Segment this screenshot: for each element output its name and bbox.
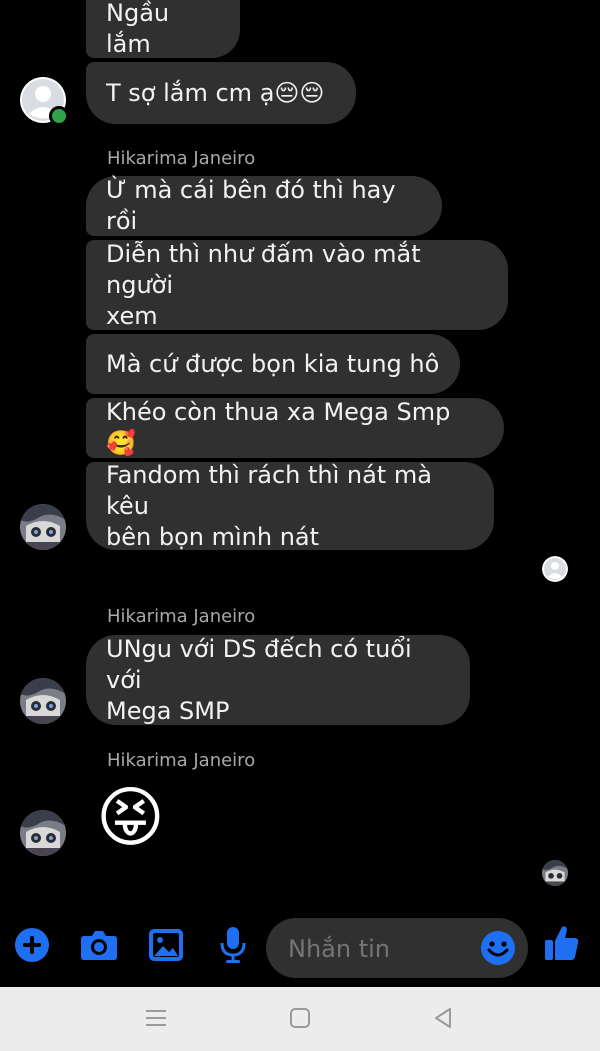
contact-avatar[interactable] bbox=[19, 76, 69, 126]
back-button[interactable] bbox=[428, 1003, 458, 1033]
message-bubble[interactable]: T sợ lắm cm ạ😔😔 bbox=[86, 62, 356, 124]
message-composer[interactable] bbox=[266, 918, 528, 980]
default-avatar-icon bbox=[542, 556, 568, 582]
emoji-button[interactable] bbox=[480, 930, 516, 966]
avatar-picture-icon bbox=[20, 678, 66, 724]
thumbs-up-icon bbox=[545, 926, 579, 960]
add-button[interactable] bbox=[13, 926, 51, 964]
emoji-message[interactable]: 😝 bbox=[96, 778, 165, 858]
sender-name: Hikarima Janeiro bbox=[107, 606, 256, 627]
triangle-back-icon bbox=[435, 1008, 451, 1028]
message-text-line: Fandom thì rách thì nát mà kêu bbox=[106, 460, 432, 520]
like-button[interactable] bbox=[543, 924, 581, 962]
sender-name: Hikarima Janeiro bbox=[107, 148, 256, 169]
message-input[interactable] bbox=[286, 918, 470, 980]
message-text: Ừ mà cái bên đó thì hay rồi bbox=[106, 176, 396, 235]
seen-indicator bbox=[542, 860, 568, 886]
sender-avatar[interactable] bbox=[20, 678, 66, 724]
message-bubble[interactable]: Diễn thì như đấm vào mắt người xem bbox=[86, 240, 508, 330]
recent-apps-button[interactable] bbox=[141, 1003, 171, 1033]
message-text-line: Mega SMP bbox=[106, 696, 230, 725]
message-text: Mà cứ được bọn kia tung hô bbox=[106, 349, 440, 378]
message-bubble[interactable]: Ừ mà cái bên đó thì hay rồi bbox=[86, 176, 442, 236]
message-text: T sợ lắm cm ạ😔😔 bbox=[106, 78, 325, 107]
sender-avatar[interactable] bbox=[20, 504, 66, 550]
system-navigation-bar bbox=[0, 987, 600, 1051]
seen-indicator bbox=[542, 556, 568, 582]
avatar-picture-icon bbox=[20, 810, 66, 856]
message-bubble[interactable]: Ngầu lắm bbox=[86, 0, 240, 58]
message-bubble[interactable]: Mà cứ được bọn kia tung hô bbox=[86, 334, 460, 394]
image-icon bbox=[149, 929, 183, 961]
smiley-icon bbox=[481, 931, 515, 965]
message-bubble[interactable]: Khéo còn thua xa Mega Smp 🥰 bbox=[86, 398, 504, 458]
message-bubble[interactable]: Fandom thì rách thì nát mà kêu bên bọn m… bbox=[86, 460, 494, 551]
gallery-button[interactable] bbox=[147, 926, 185, 964]
online-status-dot bbox=[49, 106, 69, 126]
message-text-line: bên bọn mình nát bbox=[106, 522, 320, 551]
camera-button[interactable] bbox=[80, 926, 118, 964]
message-text: Ngầu lắm bbox=[106, 0, 170, 58]
microphone-icon bbox=[220, 927, 246, 963]
sender-name: Hikarima Janeiro bbox=[107, 750, 256, 771]
sender-avatar[interactable] bbox=[20, 810, 66, 856]
home-button[interactable] bbox=[285, 1003, 315, 1033]
plus-circle-icon bbox=[15, 928, 49, 962]
menu-lines-icon bbox=[146, 1010, 166, 1026]
avatar-picture-icon bbox=[20, 504, 66, 550]
voice-button[interactable] bbox=[214, 926, 252, 964]
message-text: Khéo còn thua xa Mega Smp 🥰 bbox=[106, 398, 451, 457]
square-home-icon bbox=[290, 1008, 310, 1028]
avatar-picture-icon bbox=[542, 860, 568, 886]
message-text-line: UNgu với DS đếch có tuổi với bbox=[106, 634, 412, 694]
camera-icon bbox=[81, 931, 117, 960]
message-text-line: xem bbox=[106, 301, 158, 330]
message-text-line: Diễn thì như đấm vào mắt người bbox=[106, 239, 421, 299]
message-bubble[interactable]: UNgu với DS đếch có tuổi với Mega SMP bbox=[86, 635, 470, 725]
